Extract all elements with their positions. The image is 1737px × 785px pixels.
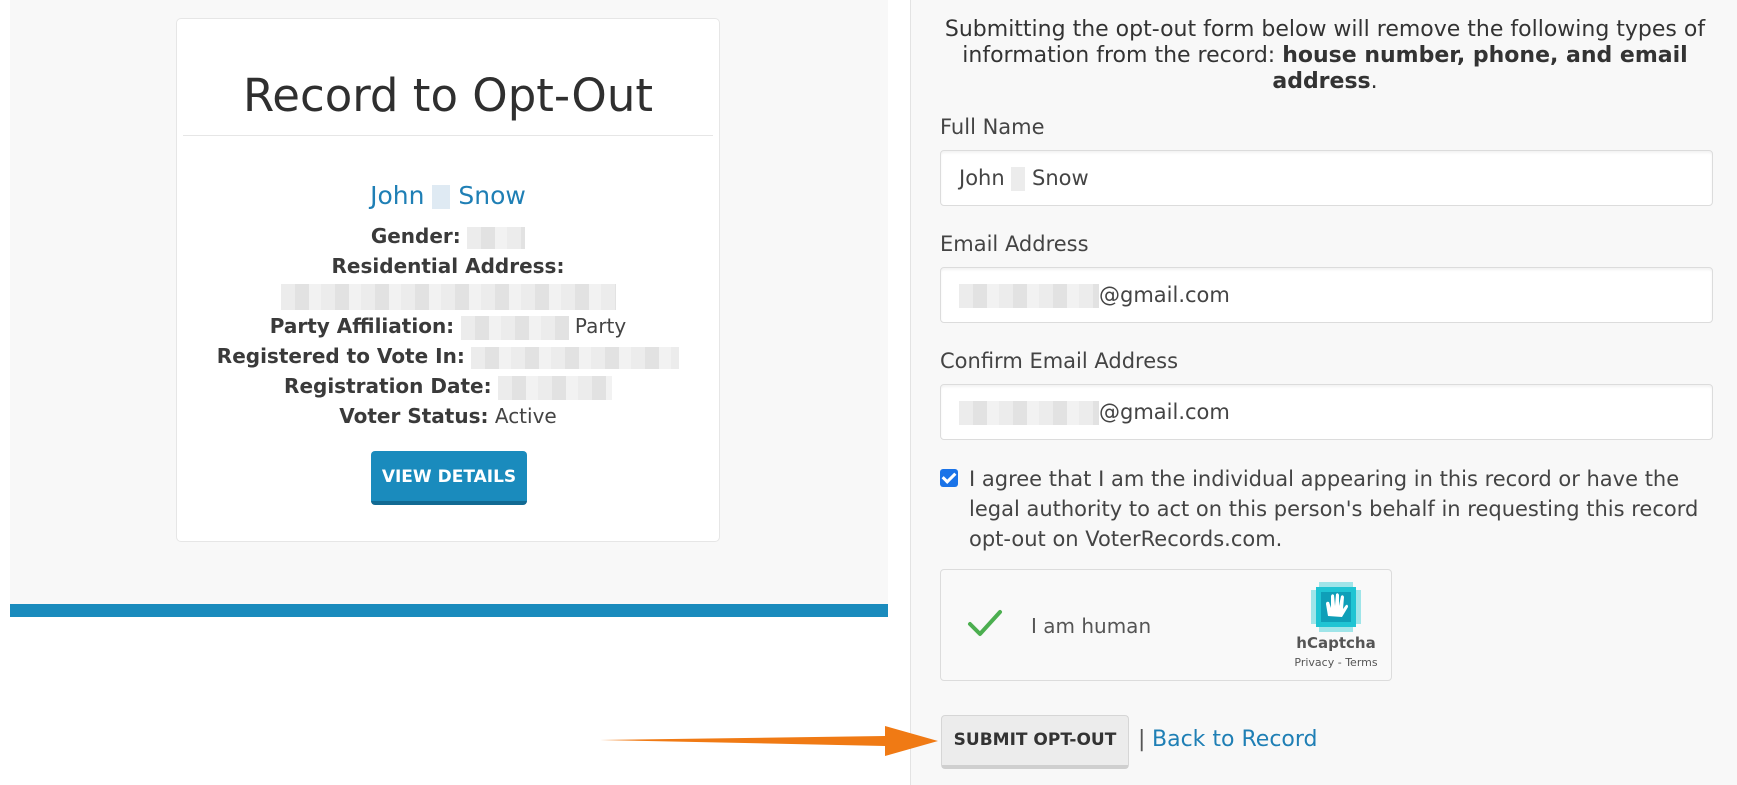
- residential-address-label: Residential Address:: [331, 254, 565, 278]
- full-name-last: Snow: [1032, 166, 1089, 190]
- submit-opt-out-button[interactable]: SUBMIT OPT-OUT: [941, 715, 1129, 769]
- confirm-email-domain: @gmail.com: [1099, 400, 1230, 424]
- redacted-address: [280, 283, 616, 310]
- annotation-arrow-icon: [600, 726, 938, 756]
- redacted-confirm-email-user: [959, 401, 1099, 425]
- registration-date-row: Registration Date:: [177, 374, 719, 400]
- back-to-record-link[interactable]: Back to Record: [1152, 727, 1318, 752]
- voter-status-value: Active: [494, 404, 557, 428]
- address-value-row: [177, 283, 719, 310]
- confirm-email-input[interactable]: @gmail.com: [940, 384, 1713, 440]
- agreement-text: I agree that I am the individual appeari…: [969, 467, 1699, 551]
- email-domain: @gmail.com: [1099, 283, 1230, 307]
- redacted-middle-name: [432, 185, 451, 209]
- intro-end: .: [1370, 69, 1378, 94]
- panel-divider: [910, 0, 911, 785]
- full-name-input[interactable]: John Snow: [940, 150, 1713, 206]
- redacted-registration-date: [497, 375, 612, 400]
- hcaptcha-logo-icon: [1311, 582, 1361, 632]
- redacted-party: [460, 315, 569, 340]
- intro-bold: house number, phone, and email address: [1272, 43, 1688, 94]
- party-row: Party Affiliation: Party: [177, 314, 719, 340]
- gender-row: Gender:: [177, 224, 719, 249]
- accent-bar: [10, 604, 888, 617]
- voter-status-row: Voter Status: Active: [177, 404, 719, 428]
- party-suffix: Party: [574, 314, 627, 338]
- redacted-gender: [467, 226, 526, 249]
- first-name[interactable]: John: [370, 181, 424, 210]
- hcaptcha-links[interactable]: Privacy - Terms: [1281, 656, 1391, 669]
- agreement-checkbox[interactable]: [940, 469, 958, 487]
- hcaptcha-brand: hCaptcha: [1296, 634, 1376, 652]
- registration-date-label: Registration Date:: [284, 374, 492, 398]
- registered-label: Registered to Vote In:: [216, 344, 465, 368]
- gender-label: Gender:: [370, 224, 461, 248]
- party-affiliation-label: Party Affiliation:: [269, 314, 455, 338]
- card-title: Record to Opt-Out: [243, 69, 653, 122]
- card-separator: [183, 135, 713, 136]
- redacted-registered-location: [471, 346, 680, 369]
- full-name-first: John: [959, 166, 1005, 190]
- redacted-full-name-middle: [1011, 167, 1026, 191]
- voter-status-label: Voter Status:: [339, 404, 489, 428]
- link-separator: |: [1138, 727, 1146, 752]
- confirm-email-label: Confirm Email Address: [940, 349, 1179, 373]
- email-input[interactable]: @gmail.com: [940, 267, 1713, 323]
- email-label: Email Address: [940, 232, 1089, 256]
- captcha-checkmark-icon: [968, 610, 1002, 636]
- view-details-button[interactable]: VIEW DETAILS: [371, 451, 527, 505]
- opt-out-intro: Submitting the opt-out form below will r…: [935, 17, 1715, 95]
- hcaptcha-widget[interactable]: I am human hCaptcha Privacy - Terms: [940, 569, 1392, 681]
- person-name[interactable]: John Snow: [177, 181, 719, 210]
- redacted-email-user: [959, 284, 1099, 308]
- last-name[interactable]: Snow: [458, 181, 525, 210]
- record-card: Record to Opt-Out John Snow Gender: Resi…: [176, 18, 720, 542]
- full-name-label: Full Name: [940, 115, 1045, 139]
- registered-row: Registered to Vote In:: [177, 344, 719, 369]
- address-label-row: Residential Address:: [177, 254, 719, 278]
- captcha-label: I am human: [1031, 614, 1152, 638]
- page: Record to Opt-Out John Snow Gender: Resi…: [0, 0, 1737, 785]
